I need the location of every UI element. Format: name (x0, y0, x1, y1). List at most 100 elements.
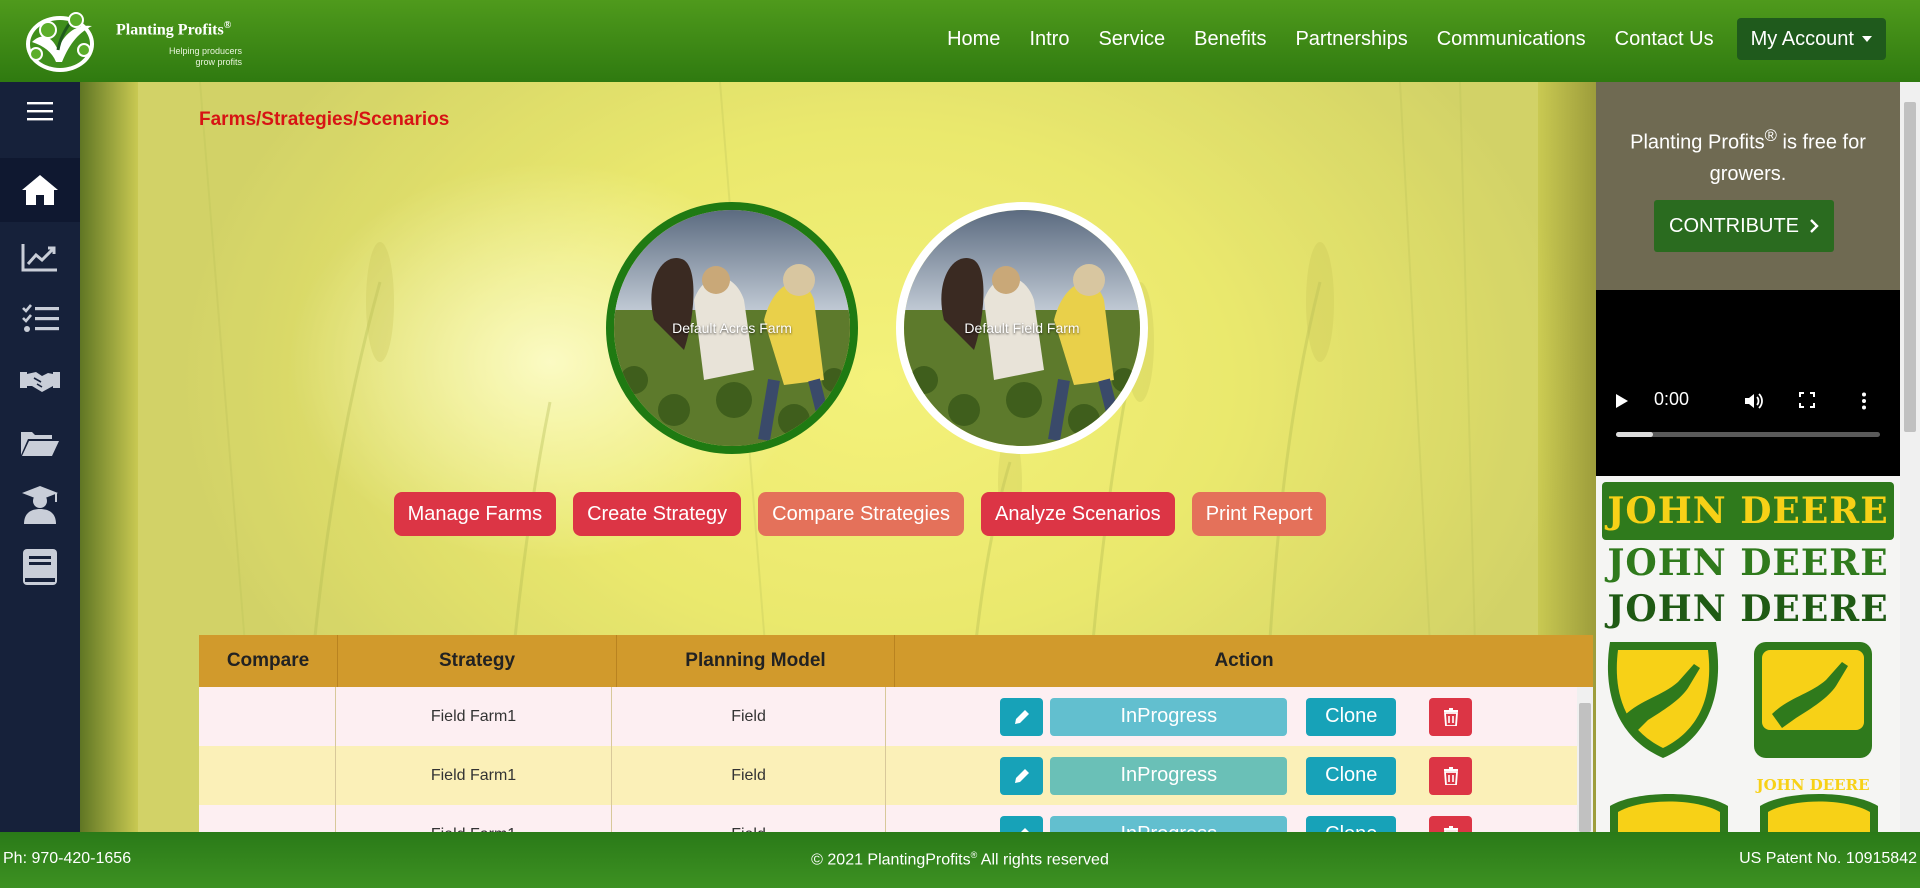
nav-partnerships[interactable]: Partnerships (1295, 28, 1407, 51)
farm-card-default-field[interactable]: Default Field Farm (896, 202, 1148, 454)
planning-model-cell: Field (612, 687, 887, 746)
pencil-icon (1014, 709, 1029, 724)
sidebar-item-library[interactable] (0, 538, 80, 596)
planning-model-cell: Field (612, 805, 887, 832)
create-strategy-button[interactable]: Create Strategy (573, 492, 742, 536)
edit-strategy-button[interactable] (1000, 697, 1044, 736)
content-panel: Farms/Strategies/Scenarios Default Acres… (138, 82, 1593, 832)
edit-strategy-button[interactable] (1000, 756, 1044, 795)
delete-strategy-button[interactable] (1429, 756, 1473, 795)
hamburger-menu-icon (27, 102, 53, 121)
sidebar-item-education[interactable] (0, 476, 80, 534)
deer-logo-icon (1610, 794, 1728, 832)
contribute-promo: Planting Profits® is free for growers. C… (1596, 82, 1900, 290)
folder-open-icon (21, 432, 59, 456)
column-header-compare: Compare (199, 635, 338, 687)
site-logo[interactable]: Planting Profits® Helping producers grow… (14, 6, 264, 76)
brand-name: Planting Profits® (116, 20, 232, 39)
nav-home[interactable]: Home (947, 28, 1000, 51)
compare-cell[interactable] (199, 746, 337, 805)
column-header-action: Action (1214, 650, 1274, 671)
play-button[interactable] (1614, 392, 1630, 410)
handshake-icon (20, 372, 60, 392)
pencil-icon (1014, 768, 1029, 783)
clone-button[interactable]: Clone (1306, 815, 1397, 832)
my-account-label: My Account (1750, 27, 1854, 50)
nav-benefits[interactable]: Benefits (1194, 28, 1266, 51)
volume-button[interactable] (1744, 392, 1764, 410)
volume-icon (1745, 393, 1763, 409)
footer-patent: US Patent No. 10915842 (1739, 850, 1917, 867)
breadcrumb[interactable]: Farms/Strategies/Scenarios (199, 109, 449, 131)
chevron-right-icon (1810, 219, 1819, 233)
video-progress-track[interactable] (1616, 432, 1880, 437)
footer-copyright: © 2021 PlantingProfits® All rights reser… (811, 850, 1109, 869)
page-scrollbar-thumb[interactable] (1904, 102, 1916, 432)
top-navbar: Planting Profits® Helping producers grow… (0, 0, 1920, 82)
video-time-text: 0:00 (1654, 389, 1690, 409)
print-report-button[interactable]: Print Report (1191, 492, 1327, 536)
nav-intro[interactable]: Intro (1029, 28, 1069, 51)
brand-tagline: Helping producers grow profits (168, 46, 242, 67)
edit-strategy-button[interactable] (1000, 815, 1044, 832)
clone-button[interactable]: Clone (1306, 756, 1397, 795)
table-row: Field Farm1 Field InProgress Clone (199, 746, 1577, 805)
sidebar-menu-toggle[interactable] (0, 82, 80, 140)
play-icon (1616, 394, 1628, 408)
table-scrollbar-thumb[interactable] (1579, 703, 1591, 832)
delete-strategy-button[interactable] (1429, 697, 1473, 736)
farm-card-default-acres[interactable]: Default Acres Farm (606, 202, 858, 454)
status-button[interactable]: InProgress (1050, 697, 1288, 736)
status-button[interactable]: InProgress (1050, 815, 1288, 832)
nav-communications[interactable]: Communications (1437, 28, 1586, 51)
fullscreen-button[interactable] (1799, 392, 1815, 408)
book-icon (23, 549, 57, 585)
delete-strategy-button[interactable] (1429, 815, 1473, 832)
action-cell: InProgress Clone (886, 687, 1577, 746)
sidebar-item-folders[interactable] (0, 414, 80, 472)
compare-cell[interactable] (199, 805, 337, 832)
manage-farms-button[interactable]: Manage Farms (393, 492, 557, 536)
video-player[interactable]: 0:00 (1596, 290, 1900, 476)
contribute-button[interactable]: CONTRIBUTE (1654, 200, 1834, 252)
table-scrollbar[interactable] (1577, 687, 1593, 832)
fullscreen-icon (1799, 392, 1815, 408)
page-scrollbar[interactable] (1900, 82, 1920, 832)
sidebar-item-analytics[interactable] (0, 228, 80, 286)
action-cell: InProgress Clone (886, 746, 1577, 805)
deer-logo-icon (1760, 794, 1878, 832)
clone-button[interactable]: Clone (1306, 697, 1397, 736)
more-vertical-icon (1862, 392, 1866, 410)
action-cell: InProgress Clone (886, 805, 1577, 832)
compare-strategies-button[interactable]: Compare Strategies (758, 492, 965, 536)
nav-service[interactable]: Service (1098, 28, 1165, 51)
sidebar-item-partnerships[interactable] (0, 352, 80, 410)
promo-text: Planting Profits® is free for growers. (1630, 126, 1866, 185)
planting-profits-logo-icon (26, 12, 94, 72)
caret-down-icon (1862, 36, 1872, 42)
strategy-cell: Field Farm1 (336, 687, 612, 746)
video-more-button[interactable] (1861, 392, 1867, 410)
my-account-dropdown[interactable]: My Account (1736, 18, 1886, 60)
ad-wordmark: JOHN DEERE (1607, 542, 1889, 584)
chart-line-icon (21, 244, 57, 272)
analyze-scenarios-button[interactable]: Analyze Scenarios (981, 492, 1175, 536)
sidebar-item-home[interactable] (0, 158, 80, 222)
table-row: Field Farm1 Field InProgress Clone (199, 687, 1577, 746)
column-header-strategy: Strategy (338, 635, 617, 687)
farm-label: Default Acres Farm (672, 320, 792, 336)
john-deere-ad[interactable]: JOHN DEERE JOHN DEERE JOHN DEERE JOHN DE… (1596, 476, 1900, 832)
strategy-action-bar: Manage Farms Create Strategy Compare Str… (138, 492, 1534, 536)
table-header: Compare Strategy Planning Model Action (199, 635, 1593, 687)
farm-label: Default Field Farm (964, 320, 1080, 336)
table-body[interactable]: Field Farm1 Field InProgress Clone Field… (199, 687, 1577, 832)
trash-icon (1443, 766, 1458, 785)
contribute-label: CONTRIBUTE (1669, 214, 1799, 237)
compare-cell[interactable] (199, 687, 337, 746)
column-header-planning-model: Planning Model (617, 635, 895, 687)
status-button[interactable]: InProgress (1050, 756, 1288, 795)
planning-model-cell: Field (612, 746, 887, 805)
nav-contact-us[interactable]: Contact Us (1615, 28, 1714, 51)
sidebar-item-tasks[interactable] (0, 290, 80, 348)
video-progress-fill (1616, 432, 1653, 437)
